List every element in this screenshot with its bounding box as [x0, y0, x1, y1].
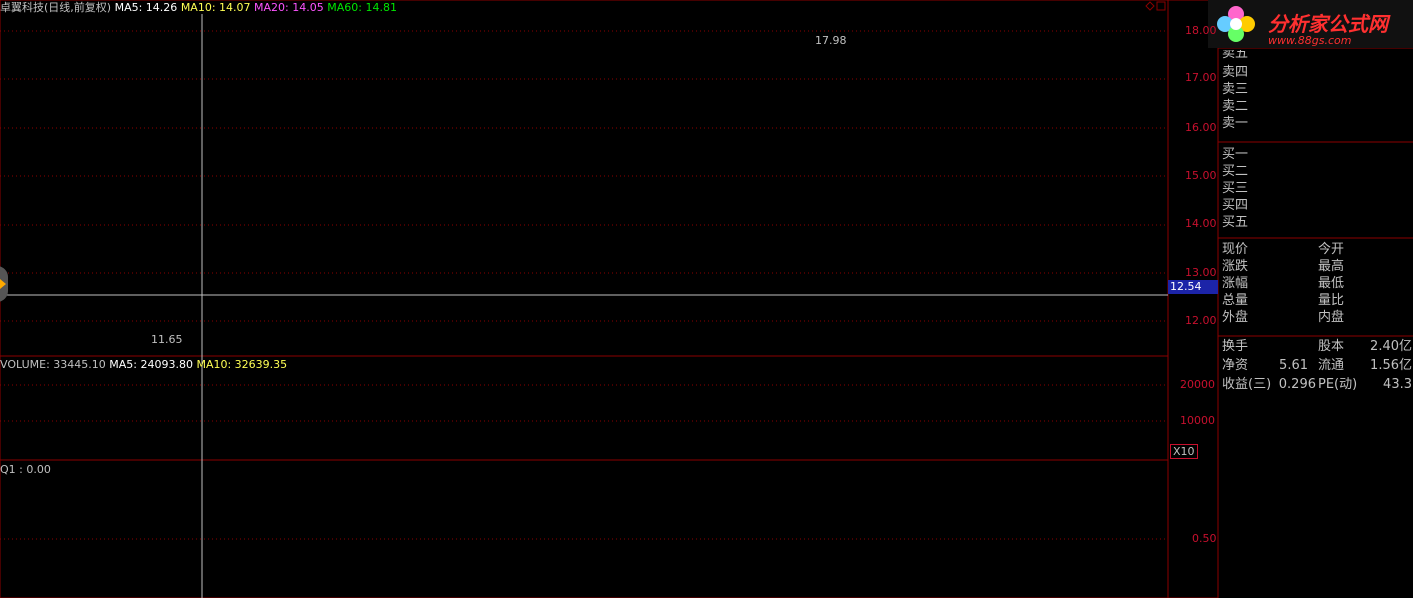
- buy-level-1: 买一: [1222, 147, 1249, 162]
- stat-row: 净资 5.61 流通 1.56亿: [1222, 357, 1412, 376]
- low-price-label: 11.65: [151, 333, 183, 346]
- sell-level-2: 卖二: [1222, 99, 1249, 114]
- window-restore-icon: [1156, 1, 1166, 11]
- stat-value: 2.40亿: [1370, 339, 1412, 354]
- current-price-tag: 12.54: [1168, 280, 1218, 294]
- volume-unit: X10: [1170, 444, 1198, 459]
- stat-value: 43.3: [1383, 377, 1412, 392]
- ma60-value: MA60: 14.81: [327, 1, 397, 14]
- volume-tick-10000: 10000: [1180, 414, 1215, 427]
- buy-level-3: 买三: [1222, 181, 1249, 196]
- buy-level-2: 买二: [1222, 164, 1249, 179]
- ma5-value: MA5: 14.26: [114, 1, 178, 14]
- quote-open: 今开: [1318, 242, 1345, 257]
- stat-label: 换手: [1222, 339, 1249, 354]
- sell-level-1: 卖一: [1222, 116, 1249, 131]
- high-price-label: 17.98: [815, 34, 847, 47]
- quote-right-col: 今开 最高 最低 量比 内盘: [1318, 241, 1344, 326]
- indicator-legend: Q1 : 0.00: [0, 463, 51, 476]
- sell-orders: 卖五 卖四 卖三 卖二 卖一: [1222, 50, 1282, 132]
- ma10-value: MA10: 14.07: [180, 1, 251, 14]
- stock-stats: 换手 股本 2.40亿 净资 5.61 流通 1.56亿 收益(三) 0.296…: [1222, 338, 1412, 395]
- stat-value: 1.56亿: [1370, 358, 1412, 373]
- stat-label: PE(动): [1318, 377, 1358, 392]
- price-tick-17: 17.00: [1185, 71, 1217, 84]
- vol-ma5-value: MA5: 24093.80: [109, 358, 193, 371]
- volume-legend: VOLUME: 33445.10 MA5: 24093.80 MA10: 326…: [0, 358, 287, 371]
- stat-label: 净资: [1222, 358, 1249, 373]
- stock-chart[interactable]: [0, 0, 1413, 598]
- diamond-icon: [1145, 1, 1155, 11]
- sell-level-4: 卖四: [1222, 65, 1249, 80]
- stat-row: 收益(三) 0.296 PE(动) 43.3: [1222, 376, 1412, 395]
- axis-panel: [1167, 0, 1219, 598]
- indicator-panel: [0, 459, 1169, 598]
- quote-change: 涨跌: [1222, 259, 1249, 274]
- quote-outer-volume: 外盘: [1222, 310, 1249, 325]
- quote-left-col: 现价 涨跌 涨幅 总量 外盘: [1222, 241, 1248, 326]
- stock-title: 卓翼科技(日线,前复权): [0, 1, 112, 14]
- quote-high: 最高: [1318, 259, 1345, 274]
- volume-tick-20000: 20000: [1180, 378, 1215, 391]
- flower-logo-icon: [1214, 4, 1258, 44]
- stat-label: 股本: [1318, 339, 1345, 354]
- sell-level-5: 卖五: [1222, 50, 1249, 61]
- buy-orders: 买一 买二 买三 买四 买五: [1222, 146, 1282, 231]
- stat-value: 5.61: [1279, 358, 1308, 373]
- sell-level-3: 卖三: [1222, 82, 1249, 97]
- vol-ma10-value: MA10: 32639.35: [196, 358, 288, 371]
- buy-level-5: 买五: [1222, 215, 1249, 230]
- stat-label: 流通: [1318, 358, 1345, 373]
- buy-level-4: 买四: [1222, 198, 1249, 213]
- stat-label: 收益(三): [1222, 377, 1272, 392]
- stat-row: 换手 股本 2.40亿: [1222, 338, 1412, 357]
- price-tick-14: 14.00: [1185, 217, 1217, 230]
- price-tick-16: 16.00: [1185, 121, 1217, 134]
- quote-low: 最低: [1318, 276, 1345, 291]
- price-tick-13: 13.00: [1185, 266, 1217, 279]
- price-tick-12: 12.00: [1185, 314, 1217, 327]
- volume-panel: [0, 355, 1169, 461]
- arrow-right-icon: [0, 279, 6, 289]
- quote-change-pct: 涨幅: [1222, 276, 1249, 291]
- price-panel: [0, 0, 1169, 357]
- chart-legend: 卓翼科技(日线,前复权) MA5: 14.26 MA10: 14.07 MA20…: [0, 1, 397, 14]
- logo-url: www.88gs.com: [1268, 34, 1352, 47]
- indicator-tick-050: 0.50: [1192, 532, 1217, 545]
- stat-value: 0.296: [1278, 377, 1316, 392]
- ma20-value: MA20: 14.05: [254, 1, 324, 14]
- quote-volume-ratio: 量比: [1318, 293, 1345, 308]
- price-tick-18: 18.00: [1185, 24, 1217, 37]
- quote-inner-volume: 内盘: [1318, 310, 1345, 325]
- price-tick-15: 15.00: [1185, 169, 1217, 182]
- quote-total-volume: 总量: [1222, 293, 1249, 308]
- quote-current-price: 现价: [1222, 242, 1249, 257]
- volume-value: VOLUME: 33445.10: [0, 358, 106, 371]
- logo-text: 分析家公式网: [1268, 12, 1388, 36]
